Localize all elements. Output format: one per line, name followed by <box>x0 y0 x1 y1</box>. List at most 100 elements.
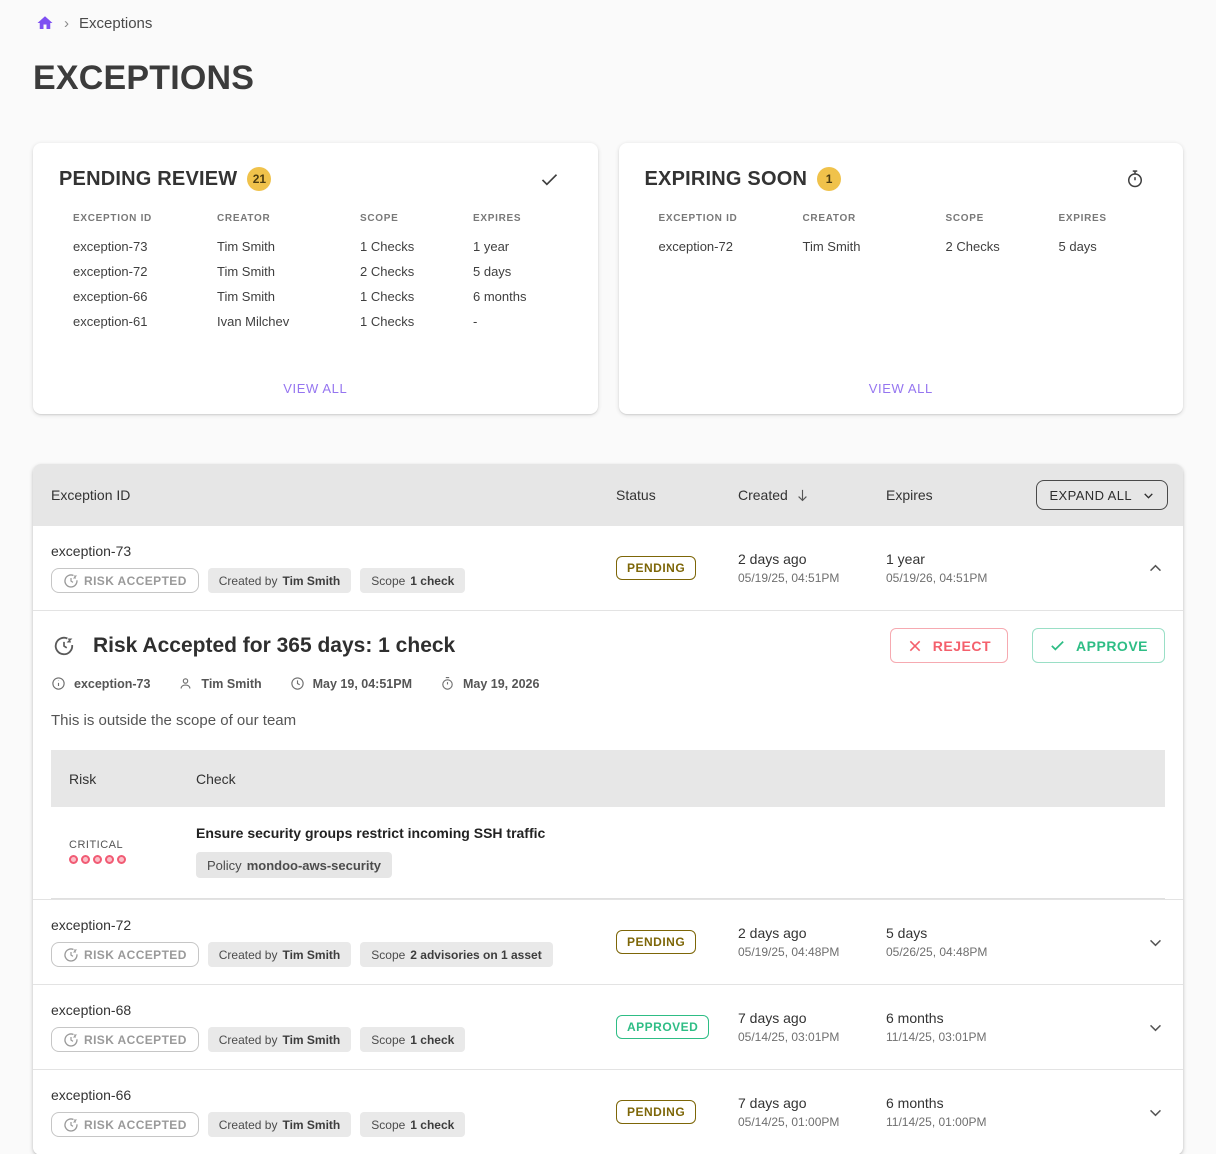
x-icon <box>907 638 923 654</box>
created-by-chip: Created by Tim Smith <box>208 568 352 593</box>
snooze-icon <box>63 947 79 963</box>
detail-created: May 19, 04:51PM <box>313 677 412 691</box>
chevron-down-icon <box>1142 489 1155 502</box>
risk-column-header: Risk <box>51 771 178 787</box>
exception-id: exception-68 <box>51 1002 598 1018</box>
created-relative: 2 days ago <box>738 925 868 941</box>
reject-button[interactable]: REJECT <box>890 628 1008 663</box>
column-header: CREATOR <box>803 213 946 224</box>
column-header: EXPIRES <box>473 213 558 224</box>
card-title: PENDING REVIEW <box>59 168 237 191</box>
expires-relative: 6 months <box>886 1095 1128 1111</box>
list-item[interactable]: exception-73 Tim Smith 1 Checks 1 year <box>73 234 558 259</box>
scope-chip: Scope 2 advisories on 1 asset <box>360 942 552 967</box>
pending-view-all-link[interactable]: VIEW ALL <box>283 381 347 396</box>
pending-count-badge: 21 <box>247 167 271 191</box>
snooze-icon <box>63 1117 79 1133</box>
column-header: EXPIRES <box>1059 213 1144 224</box>
list-item[interactable]: exception-66 Tim Smith 1 Checks 6 months <box>73 284 558 309</box>
column-expires: Expires <box>886 487 933 503</box>
list-item[interactable]: exception-72 Tim Smith 2 Checks 5 days <box>73 259 558 284</box>
summary-cards: PENDING REVIEW 21 EXCEPTION ID CREATOR S… <box>33 143 1183 414</box>
clock-icon <box>290 676 305 691</box>
scope-chip: Scope 1 check <box>360 1112 465 1137</box>
status-badge: PENDING <box>616 556 696 580</box>
status-badge: APPROVED <box>616 1015 709 1039</box>
timer-icon <box>440 676 455 691</box>
breadcrumb-current: Exceptions <box>79 15 152 32</box>
check-icon <box>539 169 560 190</box>
snooze-icon <box>63 1032 79 1048</box>
breadcrumb-separator: › <box>64 15 69 32</box>
exception-id: exception-66 <box>51 1087 598 1103</box>
expires-absolute: 05/26/25, 04:48PM <box>886 945 1128 959</box>
expires-relative: 1 year <box>886 551 1128 567</box>
list-item[interactable]: exception-72 Tim Smith 2 Checks 5 days <box>659 234 1144 259</box>
list-item[interactable]: exception-61 Ivan Milchev 1 Checks - <box>73 309 558 334</box>
table-header: Exception ID Status Created Expires EXPA… <box>33 464 1183 526</box>
expand-all-button[interactable]: EXPAND ALL <box>1036 480 1168 510</box>
snooze-icon <box>53 635 75 657</box>
expiring-soon-card: EXPIRING SOON 1 EXCEPTION ID CREATOR SCO… <box>619 143 1184 414</box>
expiring-soon-header: EXPIRING SOON 1 <box>645 167 1158 191</box>
expand-row-button[interactable] <box>1141 1013 1170 1042</box>
risk-accepted-chip: RISK ACCEPTED <box>51 568 199 593</box>
approve-button[interactable]: APPROVE <box>1032 628 1165 663</box>
severity-dots <box>69 855 178 864</box>
table-row[interactable]: exception-66 RISK ACCEPTED Created by Ti… <box>33 1070 1183 1154</box>
table-row[interactable]: exception-72 RISK ACCEPTED Created by Ti… <box>33 900 1183 985</box>
expires-absolute: 11/14/25, 03:01PM <box>886 1030 1128 1044</box>
column-header: EXCEPTION ID <box>73 213 217 224</box>
scope-chip: Scope 1 check <box>360 1027 465 1052</box>
timer-icon <box>1125 169 1145 189</box>
column-exception-id: Exception ID <box>33 487 598 503</box>
detail-title: Risk Accepted for 365 days: 1 check <box>93 634 455 658</box>
column-status: Status <box>598 487 720 503</box>
risk-accepted-chip: RISK ACCEPTED <box>51 1027 199 1052</box>
exceptions-table: Exception ID Status Created Expires EXPA… <box>33 464 1183 1154</box>
status-badge: PENDING <box>616 1100 696 1124</box>
created-by-chip: Created by Tim Smith <box>208 1027 352 1052</box>
created-absolute: 05/19/25, 04:51PM <box>738 571 868 585</box>
risk-accepted-chip: RISK ACCEPTED <box>51 942 199 967</box>
created-absolute: 05/19/25, 04:48PM <box>738 945 868 959</box>
created-by-chip: Created by Tim Smith <box>208 942 352 967</box>
expand-row-button[interactable] <box>1141 1098 1170 1127</box>
created-absolute: 05/14/25, 01:00PM <box>738 1115 868 1129</box>
detail-description: This is outside the scope of our team <box>51 712 1165 729</box>
detail-expires: May 19, 2026 <box>463 677 539 691</box>
expiring-soon-table: EXCEPTION ID CREATOR SCOPE EXPIRES excep… <box>659 213 1144 259</box>
collapse-row-button[interactable] <box>1141 554 1170 583</box>
page-title: EXCEPTIONS <box>33 59 1216 98</box>
snooze-icon <box>63 573 79 589</box>
person-icon <box>178 676 193 691</box>
check-column-header: Check <box>178 771 1165 787</box>
risk-check-table: Risk Check CRITICAL Ensure security grou… <box>51 750 1165 899</box>
severity-label: CRITICAL <box>69 839 178 851</box>
exception-detail-panel: Risk Accepted for 365 days: 1 check REJE… <box>33 611 1183 900</box>
created-by-chip: Created by Tim Smith <box>208 1112 352 1137</box>
created-relative: 7 days ago <box>738 1095 868 1111</box>
check-row[interactable]: CRITICAL Ensure security groups restrict… <box>51 807 1165 899</box>
expiring-view-all-link[interactable]: VIEW ALL <box>869 381 933 396</box>
status-badge: PENDING <box>616 930 696 954</box>
policy-chip: Policy mondoo-aws-security <box>196 852 392 878</box>
expires-absolute: 05/19/26, 04:51PM <box>886 571 1128 585</box>
check-icon <box>1049 637 1066 654</box>
mini-table-header: EXCEPTION ID CREATOR SCOPE EXPIRES <box>73 213 558 224</box>
expand-row-button[interactable] <box>1141 928 1170 957</box>
expires-relative: 5 days <box>886 925 1128 941</box>
column-header: EXCEPTION ID <box>659 213 803 224</box>
home-icon[interactable] <box>36 14 54 32</box>
column-created-sort[interactable]: Created <box>720 487 868 504</box>
column-header: CREATOR <box>217 213 360 224</box>
risk-accepted-chip: RISK ACCEPTED <box>51 1112 199 1137</box>
pending-review-card: PENDING REVIEW 21 EXCEPTION ID CREATOR S… <box>33 143 598 414</box>
pending-review-header: PENDING REVIEW 21 <box>59 167 572 191</box>
breadcrumb: › Exceptions <box>0 0 1216 32</box>
detail-creator: Tim Smith <box>201 677 261 691</box>
expiring-count-badge: 1 <box>817 167 841 191</box>
table-row[interactable]: exception-73 RISK ACCEPTED Created by Ti… <box>33 526 1183 611</box>
exception-id: exception-73 <box>51 543 598 559</box>
table-row[interactable]: exception-68 RISK ACCEPTED Created by Ti… <box>33 985 1183 1070</box>
